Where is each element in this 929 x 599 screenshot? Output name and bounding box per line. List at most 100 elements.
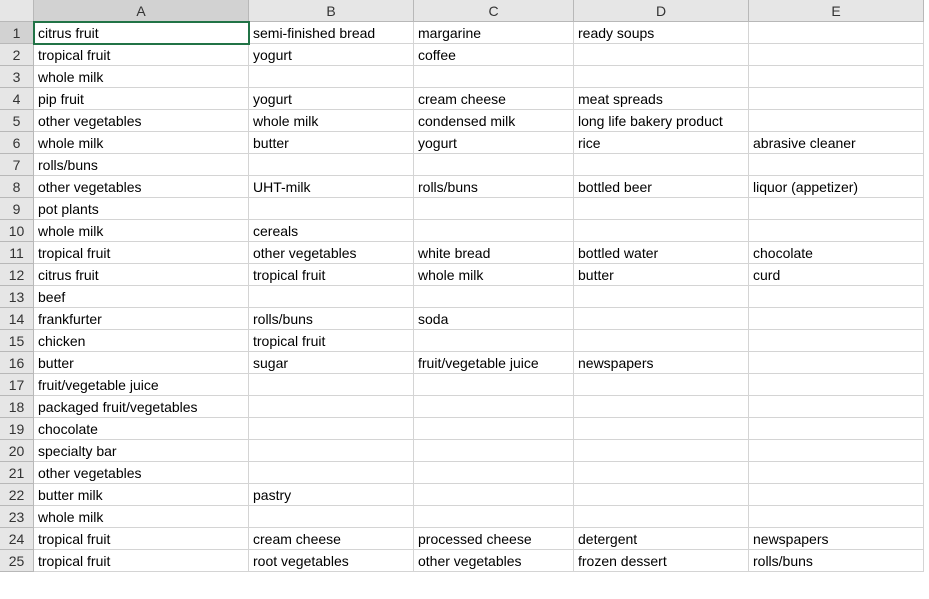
cell-C19[interactable] (414, 418, 574, 440)
cell-A6[interactable]: whole milk (34, 132, 249, 154)
col-header-B[interactable]: B (249, 0, 414, 22)
cell-E2[interactable] (749, 44, 924, 66)
cell-B3[interactable] (249, 66, 414, 88)
spreadsheet-grid[interactable]: A B C D E 1 citrus fruit semi-finished b… (0, 0, 929, 572)
row-header-19[interactable]: 19 (0, 418, 34, 440)
cell-C20[interactable] (414, 440, 574, 462)
cell-C13[interactable] (414, 286, 574, 308)
cell-D24[interactable]: detergent (574, 528, 749, 550)
row-header-17[interactable]: 17 (0, 374, 34, 396)
cell-B21[interactable] (249, 462, 414, 484)
row-header-8[interactable]: 8 (0, 176, 34, 198)
cell-E20[interactable] (749, 440, 924, 462)
cell-D12[interactable]: butter (574, 264, 749, 286)
cell-D3[interactable] (574, 66, 749, 88)
cell-A11[interactable]: tropical fruit (34, 242, 249, 264)
row-header-2[interactable]: 2 (0, 44, 34, 66)
row-header-9[interactable]: 9 (0, 198, 34, 220)
cell-C8[interactable]: rolls/buns (414, 176, 574, 198)
cell-D25[interactable]: frozen dessert (574, 550, 749, 572)
cell-D21[interactable] (574, 462, 749, 484)
cell-C16[interactable]: fruit/vegetable juice (414, 352, 574, 374)
cell-C9[interactable] (414, 198, 574, 220)
cell-A20[interactable]: specialty bar (34, 440, 249, 462)
cell-E4[interactable] (749, 88, 924, 110)
cell-B10[interactable]: cereals (249, 220, 414, 242)
cell-A13[interactable]: beef (34, 286, 249, 308)
cell-D23[interactable] (574, 506, 749, 528)
cell-D14[interactable] (574, 308, 749, 330)
cell-B14[interactable]: rolls/buns (249, 308, 414, 330)
row-header-25[interactable]: 25 (0, 550, 34, 572)
cell-A25[interactable]: tropical fruit (34, 550, 249, 572)
cell-E19[interactable] (749, 418, 924, 440)
select-all-corner[interactable] (0, 0, 34, 22)
row-header-6[interactable]: 6 (0, 132, 34, 154)
cell-D6[interactable]: rice (574, 132, 749, 154)
cell-A2[interactable]: tropical fruit (34, 44, 249, 66)
cell-E12[interactable]: curd (749, 264, 924, 286)
cell-B5[interactable]: whole milk (249, 110, 414, 132)
cell-B7[interactable] (249, 154, 414, 176)
cell-D20[interactable] (574, 440, 749, 462)
cell-E1[interactable] (749, 22, 924, 44)
cell-C22[interactable] (414, 484, 574, 506)
cell-E17[interactable] (749, 374, 924, 396)
row-header-22[interactable]: 22 (0, 484, 34, 506)
cell-D4[interactable]: meat spreads (574, 88, 749, 110)
cell-B15[interactable]: tropical fruit (249, 330, 414, 352)
cell-C11[interactable]: white bread (414, 242, 574, 264)
cell-C3[interactable] (414, 66, 574, 88)
cell-B9[interactable] (249, 198, 414, 220)
row-header-14[interactable]: 14 (0, 308, 34, 330)
row-header-10[interactable]: 10 (0, 220, 34, 242)
cell-A15[interactable]: chicken (34, 330, 249, 352)
cell-C1[interactable]: margarine (414, 22, 574, 44)
row-header-21[interactable]: 21 (0, 462, 34, 484)
cell-B2[interactable]: yogurt (249, 44, 414, 66)
row-header-1[interactable]: 1 (0, 22, 34, 44)
row-header-4[interactable]: 4 (0, 88, 34, 110)
cell-B1[interactable]: semi-finished bread (249, 22, 414, 44)
cell-B6[interactable]: butter (249, 132, 414, 154)
cell-A7[interactable]: rolls/buns (34, 154, 249, 176)
cell-B20[interactable] (249, 440, 414, 462)
cell-D2[interactable] (574, 44, 749, 66)
cell-D22[interactable] (574, 484, 749, 506)
row-header-15[interactable]: 15 (0, 330, 34, 352)
cell-E5[interactable] (749, 110, 924, 132)
row-header-20[interactable]: 20 (0, 440, 34, 462)
cell-C25[interactable]: other vegetables (414, 550, 574, 572)
cell-E25[interactable]: rolls/buns (749, 550, 924, 572)
cell-B8[interactable]: UHT-milk (249, 176, 414, 198)
cell-A23[interactable]: whole milk (34, 506, 249, 528)
cell-D1[interactable]: ready soups (574, 22, 749, 44)
cell-C21[interactable] (414, 462, 574, 484)
cell-E21[interactable] (749, 462, 924, 484)
cell-D16[interactable]: newspapers (574, 352, 749, 374)
cell-B24[interactable]: cream cheese (249, 528, 414, 550)
cell-A8[interactable]: other vegetables (34, 176, 249, 198)
cell-C6[interactable]: yogurt (414, 132, 574, 154)
cell-E3[interactable] (749, 66, 924, 88)
cell-D18[interactable] (574, 396, 749, 418)
cell-E13[interactable] (749, 286, 924, 308)
cell-E22[interactable] (749, 484, 924, 506)
cell-D11[interactable]: bottled water (574, 242, 749, 264)
cell-B17[interactable] (249, 374, 414, 396)
cell-B12[interactable]: tropical fruit (249, 264, 414, 286)
cell-C24[interactable]: processed cheese (414, 528, 574, 550)
cell-E18[interactable] (749, 396, 924, 418)
row-header-13[interactable]: 13 (0, 286, 34, 308)
cell-A9[interactable]: pot plants (34, 198, 249, 220)
cell-B19[interactable] (249, 418, 414, 440)
cell-A19[interactable]: chocolate (34, 418, 249, 440)
cell-C12[interactable]: whole milk (414, 264, 574, 286)
cell-C17[interactable] (414, 374, 574, 396)
cell-A10[interactable]: whole milk (34, 220, 249, 242)
cell-B11[interactable]: other vegetables (249, 242, 414, 264)
cell-A12[interactable]: citrus fruit (34, 264, 249, 286)
cell-D9[interactable] (574, 198, 749, 220)
cell-D13[interactable] (574, 286, 749, 308)
cell-A24[interactable]: tropical fruit (34, 528, 249, 550)
